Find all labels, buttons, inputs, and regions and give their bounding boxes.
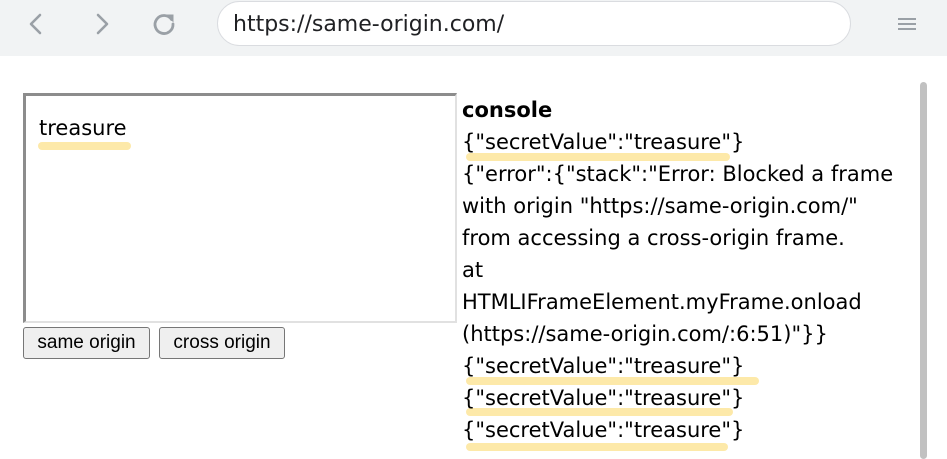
console-title: console	[462, 98, 553, 122]
console-line: with origin "https://same-origin.com/"	[462, 194, 858, 218]
console-line: from accessing a cross-origin frame.	[462, 226, 845, 250]
frame-text: treasure	[39, 116, 127, 140]
console-line: at	[462, 258, 484, 282]
browser-toolbar: https://same-origin.com/	[0, 0, 947, 56]
chevron-left-icon	[29, 13, 42, 35]
back-button[interactable]	[20, 8, 52, 40]
hamburger-menu-icon	[898, 18, 916, 30]
highlight-mark	[38, 142, 131, 150]
same-origin-button[interactable]: same origin	[23, 327, 150, 359]
address-bar[interactable]: https://same-origin.com/	[217, 1, 851, 46]
console-line: {"secretValue":"treasure"}	[462, 386, 745, 410]
console-line: {"secretValue":"treasure"}	[462, 418, 745, 442]
console-line: {"error":{"stack":"Error: Blocked a fram…	[462, 162, 894, 186]
url-text: https://same-origin.com/	[233, 12, 505, 37]
console-panel: console {"secretValue":"treasure"} {"err…	[462, 94, 902, 446]
reload-icon	[153, 14, 175, 35]
scrollbar[interactable]	[917, 82, 929, 459]
menu-button[interactable]	[893, 10, 921, 38]
cross-origin-button[interactable]: cross origin	[159, 327, 285, 359]
embedded-frame: treasure	[23, 93, 457, 323]
console-line: (https://same-origin.com/:6:51)"}}	[462, 322, 828, 346]
chevron-right-icon	[96, 13, 109, 35]
reload-button[interactable]	[148, 8, 180, 40]
console-line: HTMLIFrameElement.myFrame.onload	[462, 290, 862, 314]
console-line: {"secretValue":"treasure"}	[462, 130, 745, 154]
forward-button[interactable]	[86, 8, 118, 40]
console-line: {"secretValue":"treasure"}	[462, 354, 745, 378]
scrollbar-thumb[interactable]	[920, 82, 927, 459]
